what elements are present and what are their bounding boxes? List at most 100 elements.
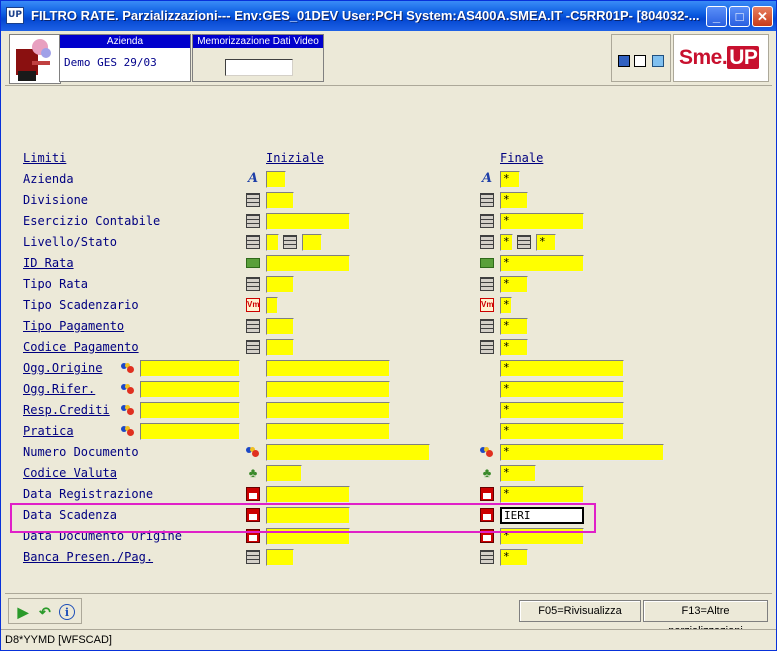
- livello-fin-field[interactable]: *: [500, 234, 513, 251]
- resp-crediti-fin-field[interactable]: *: [500, 402, 624, 419]
- tipo-rata-ini-field[interactable]: [266, 276, 294, 293]
- data-scadenza-ini-field[interactable]: [266, 507, 350, 524]
- ogg-origine-fin-field[interactable]: *: [500, 360, 624, 377]
- calendar-icon[interactable]: [246, 508, 260, 522]
- banca-fin-field[interactable]: *: [500, 549, 528, 566]
- money-icon[interactable]: [480, 258, 494, 268]
- numero-documento-fin-field[interactable]: *: [500, 444, 664, 461]
- tipo-scadenzario-fin-field[interactable]: *: [500, 297, 512, 314]
- row-label-ogg-rifer[interactable]: Ogg.Rifer.: [23, 382, 95, 396]
- object-icon[interactable]: [121, 361, 135, 375]
- object-icon[interactable]: [480, 445, 494, 459]
- tipo-scadenzario-ini-field[interactable]: [266, 297, 278, 314]
- ogg-rifer-type-field[interactable]: [140, 381, 240, 398]
- livello-ini-field[interactable]: [266, 234, 279, 251]
- resp-crediti-type-field[interactable]: [140, 402, 240, 419]
- f13-button[interactable]: F13=Altre parzializzazioni: [643, 600, 768, 637]
- pratica-fin-field[interactable]: *: [500, 423, 624, 440]
- codice-valuta-ini-field[interactable]: [266, 465, 302, 482]
- f05-button[interactable]: F05=Rivisualizza: [519, 600, 641, 622]
- tipo-pagamento-ini-field[interactable]: [266, 318, 294, 335]
- codice-pagamento-fin-field[interactable]: *: [500, 339, 528, 356]
- currency-icon[interactable]: ♣: [480, 466, 494, 480]
- row-label-codice-pagamento[interactable]: Codice Pagamento: [23, 340, 139, 354]
- divisione-fin-field[interactable]: *: [500, 192, 528, 209]
- esercizio-ini-field[interactable]: [266, 213, 350, 230]
- minimize-button[interactable]: _: [706, 6, 727, 27]
- object-icon[interactable]: [246, 445, 260, 459]
- calendar-icon[interactable]: [246, 487, 260, 501]
- currency-icon[interactable]: ♣: [246, 466, 260, 480]
- azienda-ini-field[interactable]: [266, 171, 286, 188]
- pratica-ini-field[interactable]: [266, 423, 390, 440]
- maximize-button[interactable]: □: [729, 6, 750, 27]
- tipo-rata-fin-field[interactable]: *: [500, 276, 528, 293]
- back-arrow-icon[interactable]: ↶: [37, 604, 53, 620]
- table-icon[interactable]: [246, 319, 260, 333]
- data-scadenza-fin-field[interactable]: IERI: [500, 507, 584, 524]
- monitor-icon[interactable]: [618, 55, 630, 67]
- table-icon[interactable]: [246, 277, 260, 291]
- document-icon[interactable]: [634, 55, 646, 67]
- object-icon[interactable]: [121, 382, 135, 396]
- user-avatar[interactable]: [9, 34, 61, 84]
- codice-pagamento-ini-field[interactable]: [266, 339, 294, 356]
- table-icon[interactable]: [246, 193, 260, 207]
- tipo-pagamento-fin-field[interactable]: *: [500, 318, 528, 335]
- row-label-banca[interactable]: Banca Presen./Pag.: [23, 550, 153, 564]
- close-button[interactable]: ✕: [752, 6, 773, 27]
- row-label-pratica[interactable]: Pratica: [23, 424, 74, 438]
- table-icon[interactable]: [480, 193, 494, 207]
- font-a-icon[interactable]: A: [246, 172, 260, 186]
- pratica-type-field[interactable]: [140, 423, 240, 440]
- table-icon[interactable]: [480, 277, 494, 291]
- resp-crediti-ini-field[interactable]: [266, 402, 390, 419]
- codice-valuta-fin-field[interactable]: *: [500, 465, 536, 482]
- data-registrazione-ini-field[interactable]: [266, 486, 350, 503]
- memo-input[interactable]: [225, 59, 293, 76]
- table-icon[interactable]: [480, 235, 494, 249]
- ogg-rifer-ini-field[interactable]: [266, 381, 390, 398]
- id-rata-fin-field[interactable]: *: [500, 255, 584, 272]
- table-icon[interactable]: [517, 235, 531, 249]
- calendar-icon[interactable]: [246, 529, 260, 543]
- book-icon[interactable]: [652, 55, 664, 67]
- calendar-icon[interactable]: [480, 487, 494, 501]
- banca-ini-field[interactable]: [266, 549, 294, 566]
- value-list-icon[interactable]: Vm: [246, 298, 260, 312]
- ogg-origine-type-field[interactable]: [140, 360, 240, 377]
- table-icon[interactable]: [246, 340, 260, 354]
- row-label-ogg-origine[interactable]: Ogg.Origine: [23, 361, 102, 375]
- table-icon[interactable]: [480, 340, 494, 354]
- ogg-rifer-fin-field[interactable]: *: [500, 381, 624, 398]
- row-label-id-rata[interactable]: ID Rata: [23, 256, 74, 270]
- stato-fin-field[interactable]: *: [536, 234, 556, 251]
- calendar-icon[interactable]: [480, 529, 494, 543]
- table-icon[interactable]: [246, 235, 260, 249]
- info-icon[interactable]: i: [59, 604, 75, 620]
- stato-ini-field[interactable]: [302, 234, 322, 251]
- calendar-icon[interactable]: [480, 508, 494, 522]
- title-bar[interactable]: UP FILTRO RATE. Parzializzazioni--- Env:…: [1, 1, 776, 31]
- object-icon[interactable]: [121, 403, 135, 417]
- money-icon[interactable]: [246, 258, 260, 268]
- id-rata-ini-field[interactable]: [266, 255, 350, 272]
- numero-documento-ini-field[interactable]: [266, 444, 430, 461]
- row-label-resp-crediti[interactable]: Resp.Crediti: [23, 403, 110, 417]
- table-icon[interactable]: [480, 214, 494, 228]
- divisione-ini-field[interactable]: [266, 192, 294, 209]
- table-icon[interactable]: [283, 235, 297, 249]
- row-label-codice-valuta[interactable]: Codice Valuta: [23, 466, 117, 480]
- ogg-origine-ini-field[interactable]: [266, 360, 390, 377]
- data-documento-origine-fin-field[interactable]: *: [500, 528, 584, 545]
- esercizio-fin-field[interactable]: *: [500, 213, 584, 230]
- table-icon[interactable]: [246, 550, 260, 564]
- table-icon[interactable]: [246, 214, 260, 228]
- object-icon[interactable]: [121, 424, 135, 438]
- table-icon[interactable]: [480, 550, 494, 564]
- value-list-icon[interactable]: Vm: [480, 298, 494, 312]
- azienda-fin-field[interactable]: *: [500, 171, 520, 188]
- font-a-icon[interactable]: A: [480, 172, 494, 186]
- data-registrazione-fin-field[interactable]: *: [500, 486, 584, 503]
- play-icon[interactable]: ▶: [15, 604, 31, 620]
